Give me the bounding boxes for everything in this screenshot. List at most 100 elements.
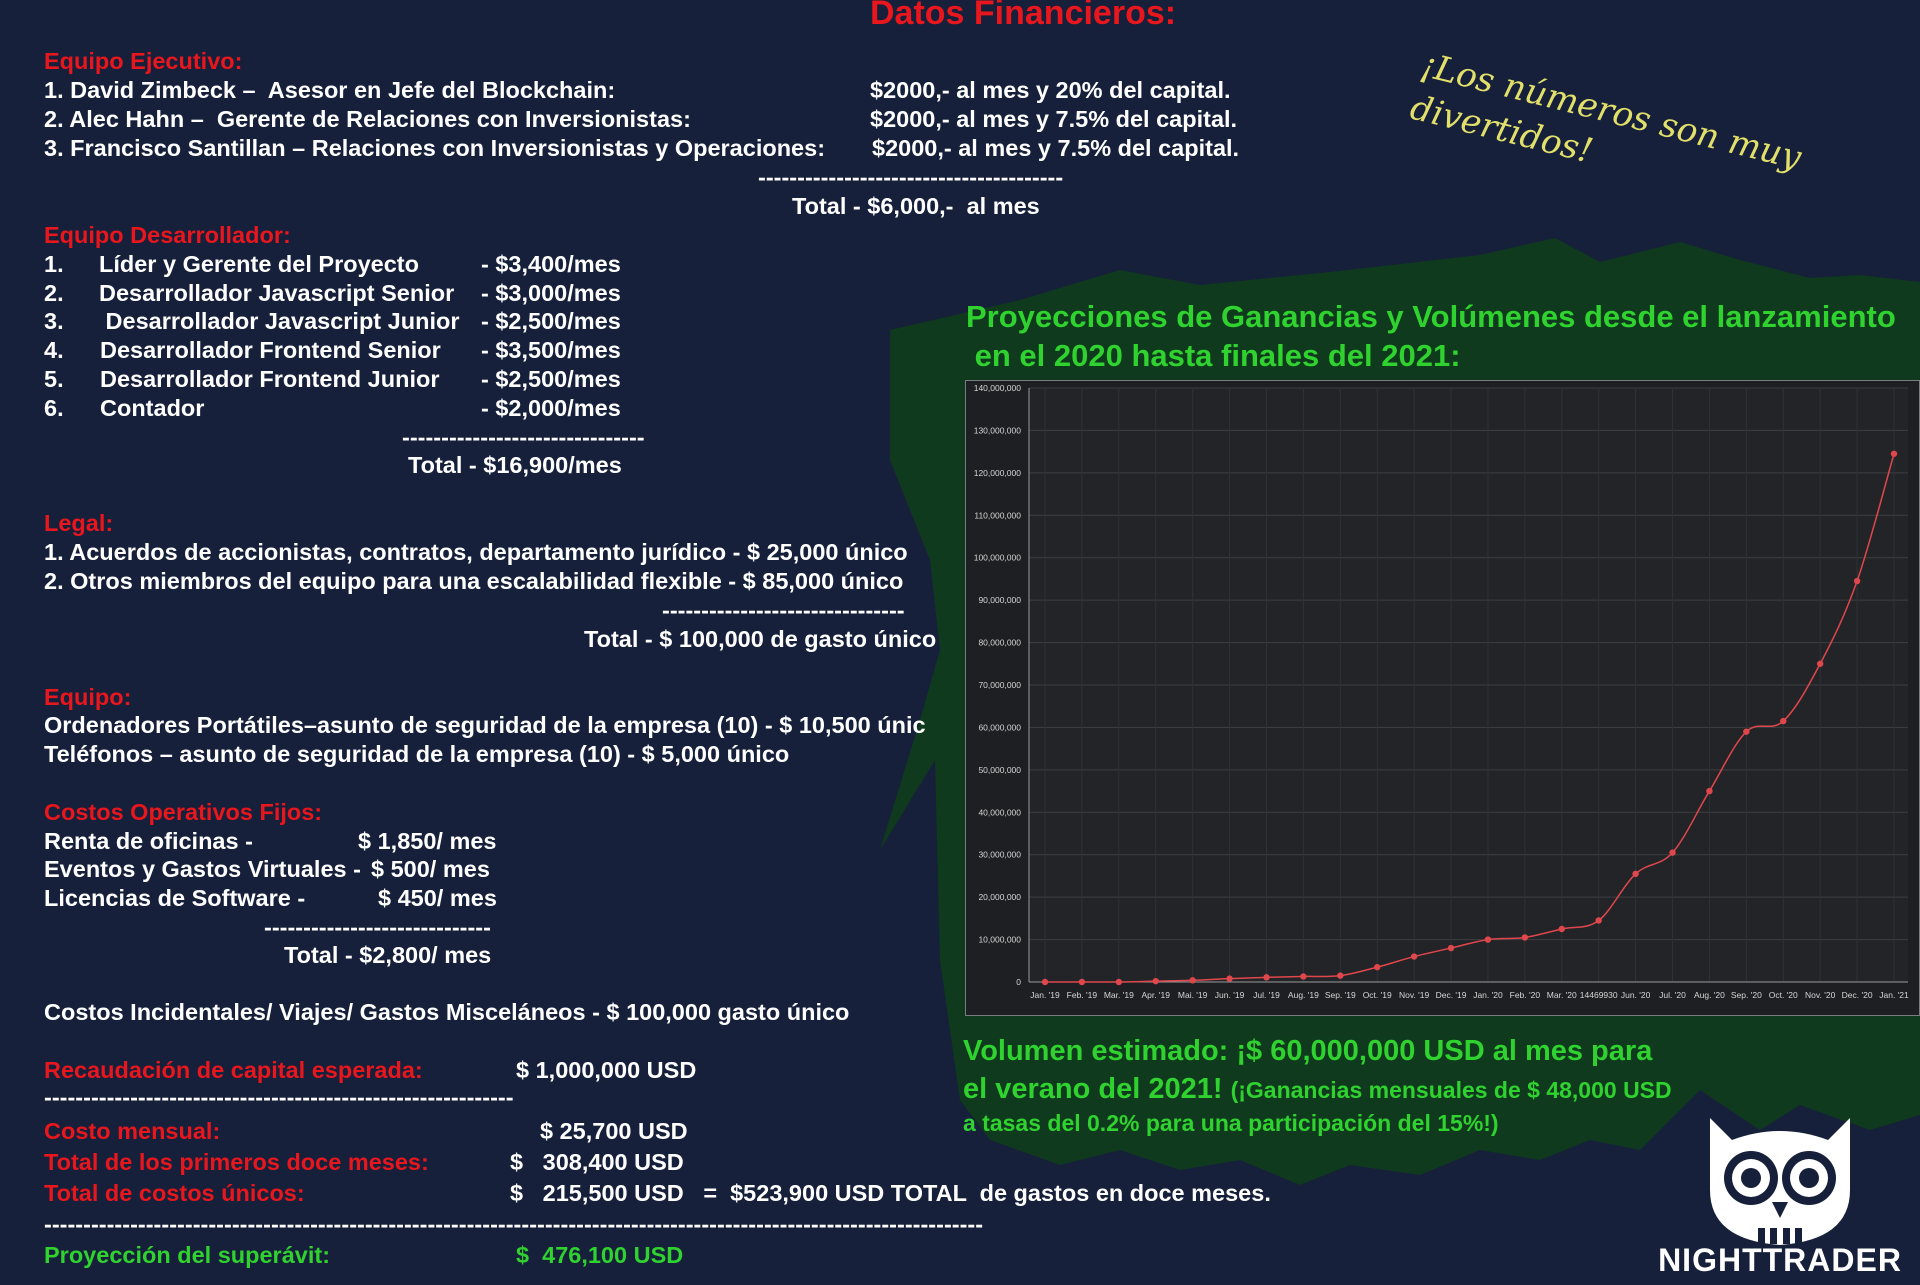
dev-row-5-label: Desarrollador Frontend Junior <box>100 366 440 392</box>
x-tick-label: Oct. '19 <box>1363 990 1392 1000</box>
volume-line-1: Volumen estimado: ¡$ 60,000,000 USD al m… <box>963 1035 1653 1067</box>
y-tick-label: 40,000,000 <box>978 807 1021 817</box>
x-tick-label: Dec. '19 <box>1436 990 1467 1000</box>
exec-total: Total - $6,000,- al mes <box>792 193 1040 219</box>
legal-row-2: 2. Otros miembros del equipo para una es… <box>44 568 904 594</box>
dev-total: Total - $16,900/mes <box>408 452 622 478</box>
y-tick-label: 110,000,000 <box>974 510 1021 520</box>
dev-row-6-value: - $2,000/mes <box>481 395 621 421</box>
y-tick-label: 30,000,000 <box>978 850 1021 860</box>
heading-equipo: Equipo: <box>44 684 132 710</box>
x-tick-label: Sep. '20 <box>1731 990 1762 1000</box>
y-tick-label: 10,000,000 <box>978 935 1021 945</box>
data-point <box>1337 972 1344 979</box>
equipo-row-2: Teléfonos – asunto de seguridad de la em… <box>44 741 790 767</box>
heading-legal: Legal: <box>44 510 114 536</box>
op-divider: ----------------------------- <box>264 914 491 940</box>
recaudacion-value: $ 1,000,000 USD <box>516 1057 697 1083</box>
logo-text: NIGHTTRADER <box>1658 1242 1902 1278</box>
doce-meses-label: Total de los primeros doce meses: <box>44 1149 429 1175</box>
dev-row-6-num: 6. <box>44 395 64 421</box>
incidentales: Costos Incidentales/ Viajes/ Gastos Misc… <box>44 999 850 1025</box>
exec-row-2-value: $2000,- al mes y 7.5% del capital. <box>870 106 1238 132</box>
x-tick-label: Feb. '20 <box>1510 990 1541 1000</box>
dev-row-1-num: 1. <box>44 251 64 277</box>
exec-row-3-label: 3. Francisco Santillan – Relaciones con … <box>44 135 826 161</box>
superavit-label: Proyección del superávit: <box>44 1242 331 1268</box>
x-tick-label: Dec. '20 <box>1842 990 1873 1000</box>
data-point <box>1263 974 1270 981</box>
dev-row-4-num: 4. <box>44 337 64 363</box>
dev-row-4-label: Desarrollador Frontend Senior <box>100 337 441 363</box>
legal-divider: ------------------------------- <box>662 597 905 623</box>
data-point <box>1780 717 1787 725</box>
dev-divider: ------------------------------- <box>402 424 645 450</box>
y-tick-label: 120,000,000 <box>974 468 1022 478</box>
data-point <box>1374 963 1381 971</box>
y-tick-label: 80,000,000 <box>978 638 1021 648</box>
nighttrader-logo: NIGHTTRADER <box>1640 1110 1920 1280</box>
y-tick-label: 0 <box>1016 977 1021 987</box>
dev-row-5-value: - $2,500/mes <box>481 366 621 392</box>
x-tick-label: Nov. '19 <box>1399 990 1430 1000</box>
x-tick-label: Mai. '19 <box>1178 990 1208 1000</box>
summary-divider-1: ----------------------------------------… <box>44 1084 514 1110</box>
dev-row-3-num: 3. <box>44 308 64 334</box>
x-tick-label: Jun. '19 <box>1215 990 1245 1000</box>
y-tick-label: 90,000,000 <box>978 595 1021 605</box>
data-point <box>1300 973 1307 980</box>
data-point <box>1706 787 1713 795</box>
page-title: Datos Financieros: <box>870 0 1177 32</box>
heading-equipo-desarrollador: Equipo Desarrollador: <box>44 222 291 248</box>
dev-row-2-label: Desarrollador Javascript Senior <box>99 280 455 306</box>
mensual-value: $ 25,700 USD <box>540 1118 688 1144</box>
data-point <box>1595 917 1602 924</box>
unicos-value: $ 215,500 USD = $523,900 USD TOTAL de ga… <box>510 1180 1271 1206</box>
op-row-3-label: Licencias de Software - <box>44 885 306 911</box>
x-tick-label: Jan. '21 <box>1879 990 1909 1000</box>
summary-divider-2: ----------------------------------------… <box>44 1211 984 1237</box>
data-point <box>1152 977 1159 985</box>
dev-row-1-value: - $3,400/mes <box>481 251 621 277</box>
x-tick-label: Sep. '19 <box>1325 990 1356 1000</box>
volume-line-2b: (¡Ganancias mensuales de $ 48,000 USD <box>1230 1077 1672 1103</box>
data-point <box>1410 953 1418 960</box>
legal-row-1: 1. Acuerdos de accionistas, contratos, d… <box>44 539 908 565</box>
x-tick-label: Oct. '20 <box>1769 990 1798 1000</box>
volume-line-3: a tasas del 0.2% para una participación … <box>963 1110 1499 1136</box>
y-tick-label: 130,000,000 <box>974 425 1022 435</box>
dev-row-6-label: Contador <box>100 395 205 421</box>
x-tick-label: Jan. '19 <box>1030 990 1060 1000</box>
y-tick-label: 70,000,000 <box>978 680 1021 690</box>
op-row-2-label: Eventos y Gastos Virtuales - <box>44 856 361 882</box>
data-point <box>1078 978 1086 986</box>
data-point <box>1743 728 1750 735</box>
op-row-3-value: $ 450/ mes <box>378 885 497 911</box>
x-tick-label: Jun. '20 <box>1621 990 1651 1000</box>
x-tick-label: Feb. '19 <box>1067 990 1098 1000</box>
unicos-label: Total de costos únicos: <box>44 1180 305 1206</box>
data-point <box>1226 975 1233 982</box>
x-tick-label: Nov. '20 <box>1805 990 1836 1000</box>
x-tick-label: Aug. '19 <box>1288 990 1319 1000</box>
x-tick-label: 14469930 <box>1580 990 1618 1000</box>
data-point <box>1041 978 1049 986</box>
x-tick-label: Aug. '20 <box>1694 990 1725 1000</box>
x-tick-label: Apr. '19 <box>1141 990 1170 1000</box>
y-tick-label: 60,000,000 <box>978 722 1021 732</box>
op-row-2-value: $ 500/ mes <box>371 856 490 882</box>
op-row-1-label: Renta de oficinas - <box>44 828 253 854</box>
data-point <box>1890 450 1898 457</box>
data-point <box>1558 925 1565 933</box>
dev-row-2-value: - $3,000/mes <box>481 280 621 306</box>
data-point <box>1447 944 1455 952</box>
data-point <box>1115 978 1123 986</box>
chart-heading-line-2: en el 2020 hasta finales del 2021: <box>966 338 1461 373</box>
legal-total: Total - $ 100,000 de gasto único <box>584 626 937 652</box>
y-tick-label: 20,000,000 <box>978 892 1021 902</box>
equipo-row-1: Ordenadores Portátiles–asunto de segurid… <box>44 712 926 738</box>
heading-equipo-ejecutivo: Equipo Ejecutivo: <box>44 48 243 74</box>
exec-row-3-value: $2000,- al mes y 7.5% del capital. <box>872 135 1240 161</box>
op-row-1-value: $ 1,850/ mes <box>358 828 497 854</box>
data-point <box>1189 977 1196 984</box>
